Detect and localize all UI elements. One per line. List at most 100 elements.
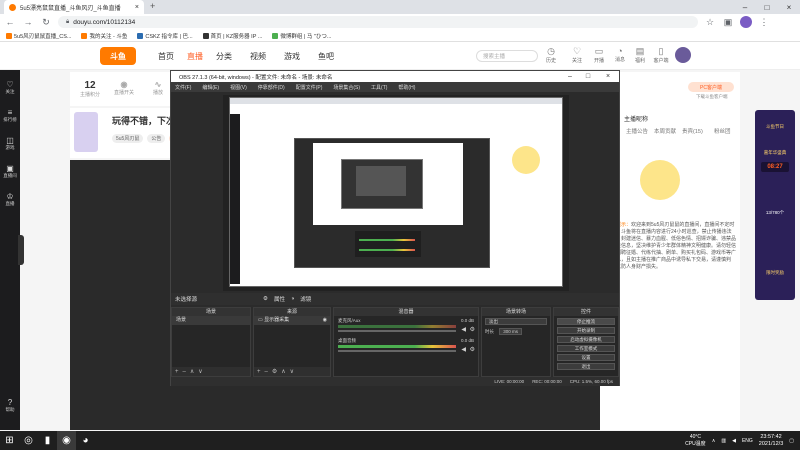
remove-icon[interactable]: – xyxy=(183,369,186,375)
down-icon[interactable]: ∨ xyxy=(290,368,294,375)
bookmark-item[interactable]: CSKZ 指令库 | 巴... xyxy=(137,32,193,40)
menu-edit[interactable]: 编辑(E) xyxy=(202,84,219,91)
tab-vip[interactable]: 贵宾(15) xyxy=(682,127,703,135)
scene-item[interactable]: 场景 xyxy=(172,316,250,325)
sidebar-item-help[interactable]: ? 帮助 xyxy=(0,398,20,413)
back-icon[interactable]: ← xyxy=(4,16,16,28)
remove-icon[interactable]: – xyxy=(265,369,268,375)
nav-games[interactable]: 游戏 xyxy=(284,51,300,62)
notification-icon[interactable]: ▢ xyxy=(789,438,794,444)
minimize-icon[interactable]: – xyxy=(734,0,756,14)
sidebar-item-rooms[interactable]: ▣ 直播间 xyxy=(0,164,20,179)
clock[interactable]: 23:57:42 2021/12/3 xyxy=(759,434,783,448)
steam-icon[interactable]: ◎ xyxy=(19,431,38,450)
header-broadcast[interactable]: ▭ 开播 xyxy=(591,46,607,64)
gear-icon[interactable]: ⚙ xyxy=(272,368,277,375)
extension-icon[interactable]: ▣ xyxy=(722,16,734,28)
menu-file[interactable]: 文件(F) xyxy=(175,84,191,91)
search-input[interactable]: 搜索主播 xyxy=(476,50,538,62)
source-item[interactable]: ▭ 显示器采集 ◉ xyxy=(254,316,330,325)
speaker-icon[interactable]: ◀ xyxy=(461,346,466,353)
menu-view[interactable]: 视图(V) xyxy=(230,84,247,91)
obs-maximize-icon[interactable]: □ xyxy=(581,71,595,82)
reload-icon[interactable]: ↻ xyxy=(40,16,52,28)
tab-fans[interactable]: 粉丝团 xyxy=(714,127,731,135)
settings-button[interactable]: 设置 xyxy=(557,354,615,361)
forward-icon[interactable]: → xyxy=(22,16,34,28)
menu-profile[interactable]: 配置文件(P) xyxy=(296,84,323,91)
avatar[interactable] xyxy=(675,47,691,63)
tab-close-icon[interactable]: × xyxy=(135,4,139,11)
close-icon[interactable]: × xyxy=(778,0,800,14)
nav-fishbar[interactable]: 鱼吧 xyxy=(318,51,334,62)
douyu-logo[interactable]: 斗鱼 xyxy=(100,47,136,65)
studio-mode-button[interactable]: 工作室模式 xyxy=(557,345,615,352)
maximize-icon[interactable]: □ xyxy=(756,0,778,14)
transition-select[interactable]: 淡出 xyxy=(485,318,547,325)
sidebar-item-games[interactable]: ◫ 游戏 xyxy=(0,136,20,151)
header-welfare[interactable]: ▤ 福利 xyxy=(632,46,648,64)
obs-close-icon[interactable]: × xyxy=(601,71,615,82)
header-client[interactable]: ▯ 客户端 xyxy=(650,46,672,64)
obs-icon[interactable]: ◉ xyxy=(57,431,76,450)
gear-icon[interactable]: ⚙ xyxy=(470,326,475,333)
sidebar-item-follow[interactable]: ♡ 关注 xyxy=(0,80,20,95)
cpu-temp[interactable]: 40°C CPU温度 xyxy=(685,434,706,448)
tag[interactable]: 5u5风刃鼠 xyxy=(112,134,144,143)
gear-icon[interactable]: ⚙ xyxy=(470,346,475,353)
volume-icon[interactable]: ◀ xyxy=(732,438,736,444)
bookmark-item[interactable]: 我的关注 - 斗鱼 xyxy=(81,32,127,40)
tag[interactable]: 公告 xyxy=(147,134,166,143)
nav-home[interactable]: 首页 xyxy=(158,51,174,62)
menu-help[interactable]: 帮助(H) xyxy=(398,84,415,91)
nav-category[interactable]: 分类 xyxy=(216,51,232,62)
add-icon[interactable]: + xyxy=(257,369,261,375)
header-follow[interactable]: ♡ 关注 xyxy=(569,46,585,64)
browser-tab-active[interactable]: 5u5漂亮鼠鼠直播_斗鱼风刃_斗鱼直播 × xyxy=(4,0,144,14)
menu-tools[interactable]: 工具(T) xyxy=(371,84,387,91)
sidebar-collapse-handle[interactable] xyxy=(18,235,24,265)
obs-minimize-icon[interactable]: – xyxy=(563,71,577,82)
obs-preview[interactable] xyxy=(223,95,569,291)
bookmark-item[interactable]: 微博群组 | 马 "ひつ... xyxy=(272,32,331,40)
nav-live[interactable]: 直播 xyxy=(187,51,203,62)
menu-icon[interactable]: ⋮ xyxy=(758,16,770,28)
menu-scene-collection[interactable]: 场景集合(S) xyxy=(333,84,360,91)
up-icon[interactable]: ∧ xyxy=(281,368,285,375)
nav-video[interactable]: 视频 xyxy=(250,51,266,62)
menu-docks[interactable]: 停靠部件(D) xyxy=(258,84,285,91)
chevron-up-icon[interactable]: ∧ xyxy=(712,438,716,444)
address-field[interactable]: 🔒︎ douyu.com/10112134 xyxy=(58,16,698,28)
stat-switch[interactable]: ◉ 直播开关 xyxy=(110,80,138,96)
windows-start-icon[interactable]: ⊞ xyxy=(0,431,19,450)
stat-play[interactable]: ∿ 播放 xyxy=(144,80,172,96)
bookmark-item[interactable]: 首页 | KZ服务器 IP ... xyxy=(202,32,262,40)
up-icon[interactable]: ∧ xyxy=(190,368,194,375)
volume-slider[interactable] xyxy=(338,350,456,352)
new-tab-button[interactable]: + xyxy=(150,1,155,11)
virtual-camera-button[interactable]: 启动虚拟摄像机 xyxy=(557,336,615,343)
duration-input[interactable]: 300 ms xyxy=(499,328,523,335)
profile-avatar[interactable] xyxy=(740,16,752,28)
game-icon[interactable]: ▮ xyxy=(38,431,57,450)
down-icon[interactable]: ∨ xyxy=(198,368,202,375)
chrome-icon[interactable]: ◕ xyxy=(76,431,95,450)
header-history[interactable]: ◷ 历史 xyxy=(543,46,559,64)
tab-contrib[interactable]: 本周贡献 xyxy=(654,127,676,135)
add-icon[interactable]: + xyxy=(175,369,179,375)
network-icon[interactable]: ▥ xyxy=(721,438,726,444)
exit-button[interactable]: 退出 xyxy=(557,363,615,370)
ime-indicator[interactable]: ENG xyxy=(742,438,753,444)
speaker-icon[interactable]: ◀ xyxy=(461,326,466,333)
promo-banner[interactable]: 斗鱼节日 嘉年华盛典 08:27 13/780个 限时奖励 xyxy=(755,110,795,300)
stop-streaming-button[interactable]: 停止推流 xyxy=(557,318,615,325)
properties-button[interactable]: 属性 xyxy=(274,295,285,303)
bookmark-item[interactable]: 5u5风刃鼠鼠直播_CS... xyxy=(6,32,71,40)
eye-icon[interactable]: ◉ xyxy=(323,316,327,325)
start-recording-button[interactable]: 开始录制 xyxy=(557,327,615,334)
volume-slider[interactable] xyxy=(338,330,456,332)
filters-button[interactable]: 滤镜 xyxy=(300,295,311,303)
tab-notice[interactable]: 主播公告 xyxy=(626,127,648,135)
header-messages[interactable]: ◔ 消息 xyxy=(612,46,628,63)
pc-client-button[interactable]: PC客户端 xyxy=(688,82,734,92)
